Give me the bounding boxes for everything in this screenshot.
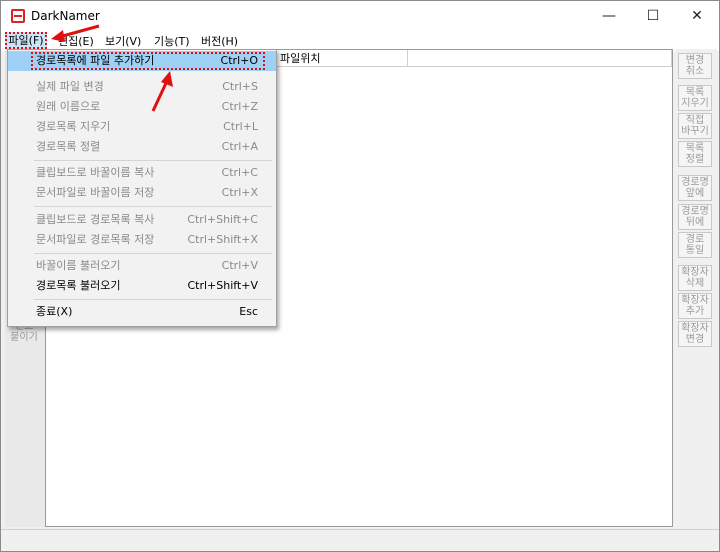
annotation-arrows — [51, 24, 173, 112]
app-window: DarkNamer — ☐ ✕ 파일(F) 편집(E) 보기(V) 기능(T) … — [0, 0, 720, 552]
arrow-to-add-files-icon — [151, 71, 173, 112]
arrow-to-file-menu-icon — [51, 24, 100, 42]
